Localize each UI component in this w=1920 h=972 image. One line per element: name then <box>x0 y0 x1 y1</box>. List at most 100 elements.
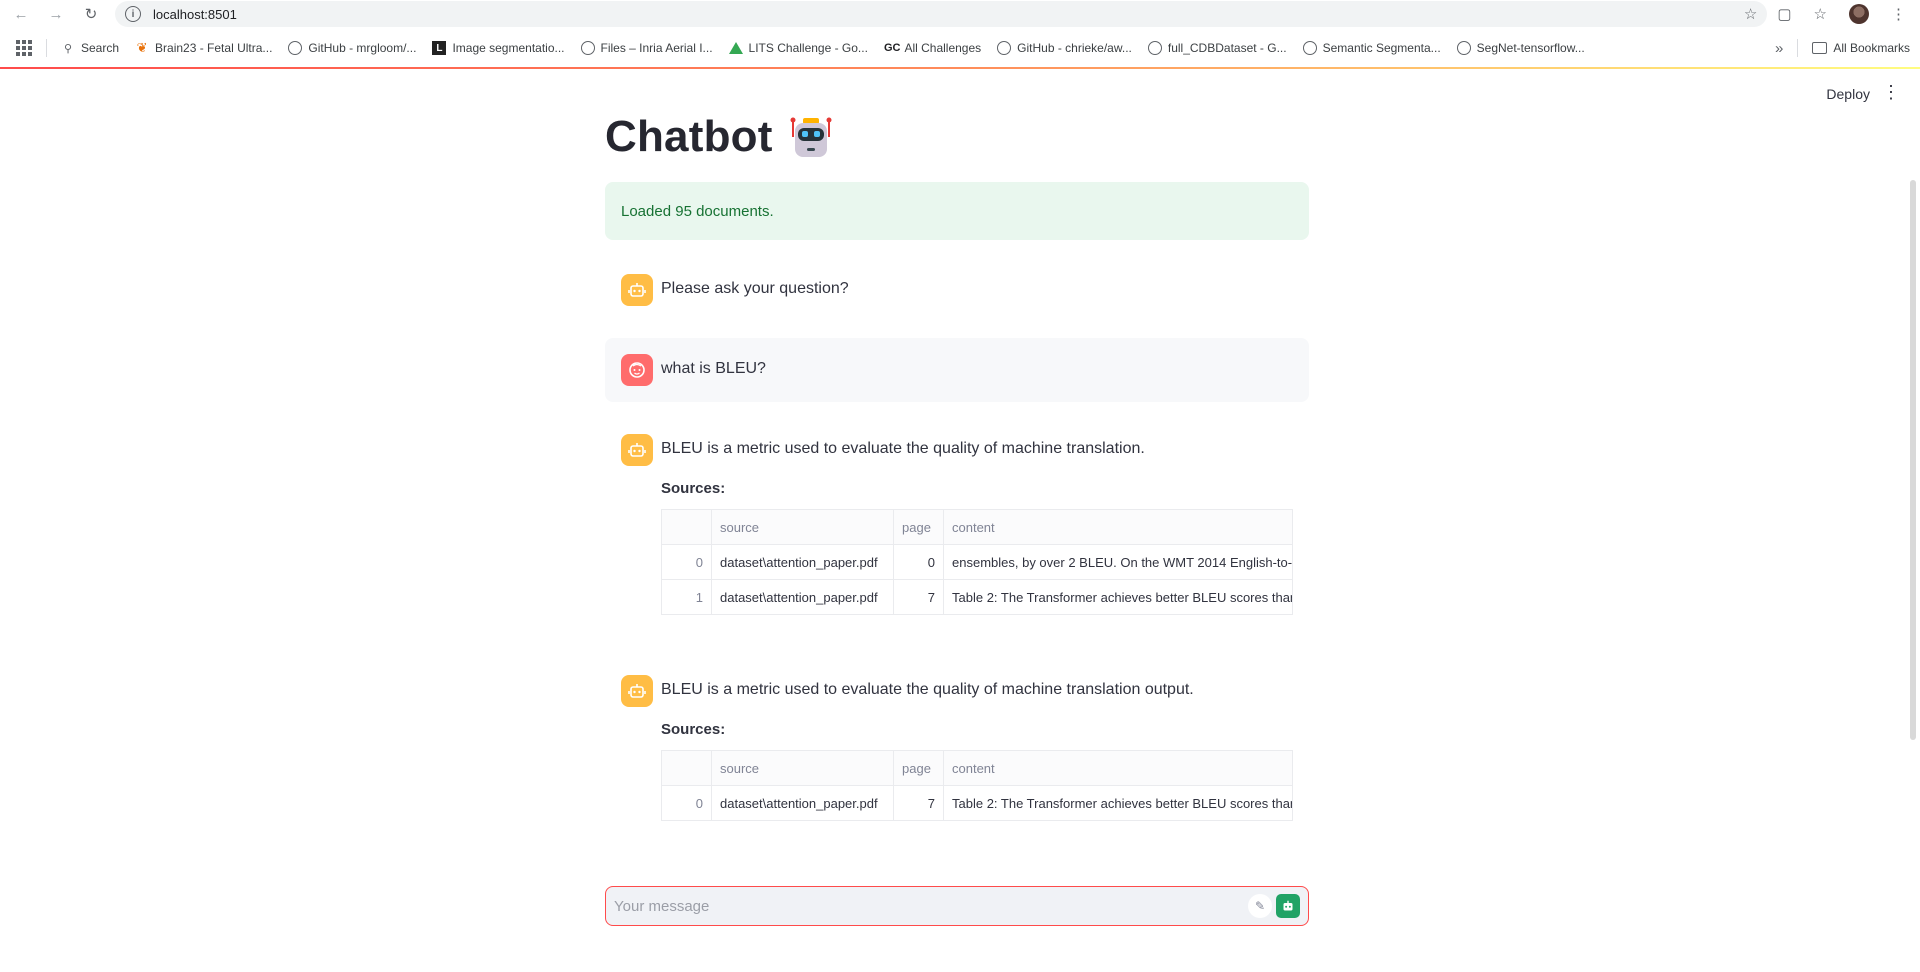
forward-icon[interactable]: → <box>45 3 67 25</box>
pencil-icon[interactable]: ✎ <box>1248 894 1272 918</box>
bookmark-brain23[interactable]: ❦ Brain23 - Fetal Ultra... <box>135 40 273 55</box>
message-text: what is BLEU? <box>661 360 766 377</box>
back-icon[interactable]: ← <box>10 3 32 25</box>
l-logo-icon: L <box>432 41 447 55</box>
address-bar[interactable]: i localhost:8501 ☆ <box>115 1 1768 27</box>
column-header-index[interactable] <box>661 750 712 786</box>
globe-icon <box>1456 41 1471 55</box>
bookmark-star-icon[interactable]: ☆ <box>1744 5 1757 23</box>
all-bookmarks-button[interactable]: All Bookmarks <box>1812 41 1910 55</box>
cell-content[interactable]: ensembles, by over 2 BLEU. On the WMT 20… <box>943 544 1293 580</box>
sources-dataframe[interactable]: source page content 0 dataset\attention_… <box>661 750 1293 821</box>
message-text: BLEU is a metric used to evaluate the qu… <box>661 681 1194 698</box>
profile-avatar[interactable] <box>1849 4 1869 24</box>
bot-avatar-icon <box>621 434 653 466</box>
bookmark-lits[interactable]: LITS Challenge - Go... <box>728 41 868 55</box>
bookmark-label: full_CDBDataset - G... <box>1167 41 1287 55</box>
bookmark-search[interactable]: ⚲ Search <box>61 41 119 55</box>
cell-page[interactable]: 7 <box>893 785 944 821</box>
chat-input-box[interactable]: ✎ <box>605 886 1309 926</box>
bot-avatar-icon <box>621 274 653 306</box>
alert-text: Loaded 95 documents. <box>621 202 774 220</box>
apps-grid-icon[interactable] <box>16 40 32 56</box>
site-info-icon[interactable]: i <box>125 6 141 22</box>
chat-message-input[interactable] <box>614 897 1248 915</box>
user-avatar-icon <box>621 354 653 386</box>
table-row[interactable]: 1 dataset\attention_paper.pdf 7 Table 2:… <box>661 579 1293 615</box>
sources-label: Sources: <box>661 480 726 497</box>
extensions-icon[interactable]: ▢ <box>1777 5 1791 23</box>
bookmarks-overflow-icon[interactable]: » <box>1775 40 1783 57</box>
bookmark-label: LITS Challenge - Go... <box>748 41 868 55</box>
row-index: 0 <box>661 544 712 580</box>
bookmark-label: GitHub - chrieke/aw... <box>1017 41 1132 55</box>
cell-page[interactable]: 7 <box>893 579 944 615</box>
globe-icon <box>1302 41 1317 55</box>
chat-message-assistant: Please ask your question? <box>605 258 1309 322</box>
chat-message-assistant: BLEU is a metric used to evaluate the qu… <box>605 418 1309 631</box>
search-icon: ⚲ <box>63 42 73 55</box>
browser-menu-icon[interactable]: ⋮ <box>1891 5 1906 23</box>
browser-toolbar: ← → ↻ i localhost:8501 ☆ ▢ ☆ ⋮ <box>0 0 1920 28</box>
message-text: Please ask your question? <box>661 280 849 297</box>
bookmark-semantic-segmentation[interactable]: Semantic Segmenta... <box>1302 41 1441 55</box>
bookmark-all-challenges[interactable]: GC All Challenges <box>884 41 981 55</box>
url-text: localhost:8501 <box>153 6 237 22</box>
bookmark-github-mrgloom[interactable]: GitHub - mrgloom/... <box>288 41 416 55</box>
globe-icon <box>997 41 1012 55</box>
robot-emoji-icon <box>789 115 833 159</box>
row-index: 0 <box>661 785 712 821</box>
bookmarks-manager-icon[interactable]: ☆ <box>1814 5 1827 23</box>
column-header-page[interactable]: page <box>893 750 944 786</box>
sources-dataframe[interactable]: source page content 0 dataset\attention_… <box>661 509 1293 615</box>
cell-content[interactable]: Table 2: The Transformer achieves better… <box>943 785 1293 821</box>
chat-message-user: what is BLEU? <box>605 338 1309 402</box>
globe-icon <box>1147 41 1162 55</box>
cell-page[interactable]: 0 <box>893 544 944 580</box>
bookmark-label: Brain23 - Fetal Ultra... <box>155 41 273 55</box>
reload-icon[interactable]: ↻ <box>80 3 102 25</box>
success-alert: Loaded 95 documents. <box>605 182 1309 240</box>
column-header-page[interactable]: page <box>893 509 944 545</box>
bookmark-label: GitHub - mrgloom/... <box>308 41 417 55</box>
chat-message-assistant: BLEU is a metric used to evaluate the qu… <box>605 659 1309 837</box>
cell-content[interactable]: Table 2: The Transformer achieves better… <box>943 579 1293 615</box>
column-header-source[interactable]: source <box>711 509 894 545</box>
column-header-content[interactable]: content <box>943 750 1293 786</box>
table-header-row: source page content <box>661 750 1293 786</box>
page-title-text: Chatbot <box>605 112 773 161</box>
column-header-index[interactable] <box>661 509 712 545</box>
globe-icon <box>580 41 595 55</box>
app-menu-icon[interactable]: ⋮ <box>1882 82 1900 103</box>
bookmark-label: Image segmentatio... <box>452 41 565 55</box>
streamlit-app: Deploy ⋮ Chatbot Loaded 95 documents. Pl… <box>0 70 1920 972</box>
bookmark-image-segmentation[interactable]: L Image segmentatio... <box>432 41 565 55</box>
send-button[interactable] <box>1276 894 1300 918</box>
gc-icon: GC <box>883 42 901 54</box>
globe-icon <box>288 41 303 55</box>
page-scrollbar[interactable] <box>1910 180 1916 740</box>
sources-label: Sources: <box>661 721 726 738</box>
brain-icon: ❦ <box>136 40 148 55</box>
table-row[interactable]: 0 dataset\attention_paper.pdf 7 Table 2:… <box>661 785 1293 821</box>
cell-source[interactable]: dataset\attention_paper.pdf <box>711 579 894 615</box>
message-body: BLEU is a metric used to evaluate the qu… <box>661 434 1293 615</box>
bookmark-github-chrieke[interactable]: GitHub - chrieke/aw... <box>997 41 1132 55</box>
bookmark-label: Semantic Segmenta... <box>1322 41 1441 55</box>
bookmark-label: Search <box>81 41 120 55</box>
cell-source[interactable]: dataset\attention_paper.pdf <box>711 785 894 821</box>
row-index: 1 <box>661 579 712 615</box>
column-header-content[interactable]: content <box>943 509 1293 545</box>
bookmark-label: Files – Inria Aerial I... <box>600 41 713 55</box>
bookmark-segnet[interactable]: SegNet-tensorflow... <box>1456 41 1585 55</box>
cell-source[interactable]: dataset\attention_paper.pdf <box>711 544 894 580</box>
deploy-button[interactable]: Deploy <box>1826 86 1870 102</box>
bookmarks-separator <box>1797 39 1799 57</box>
table-row[interactable]: 0 dataset\attention_paper.pdf 0 ensemble… <box>661 544 1293 580</box>
table-header-row: source page content <box>661 509 1293 545</box>
column-header-source[interactable]: source <box>711 750 894 786</box>
bookmark-cdbdataset[interactable]: full_CDBDataset - G... <box>1147 41 1287 55</box>
main-content: Chatbot Loaded 95 documents. Please ask … <box>605 70 1309 837</box>
all-bookmarks-label: All Bookmarks <box>1833 41 1910 55</box>
bookmark-inria[interactable]: Files – Inria Aerial I... <box>580 41 713 55</box>
